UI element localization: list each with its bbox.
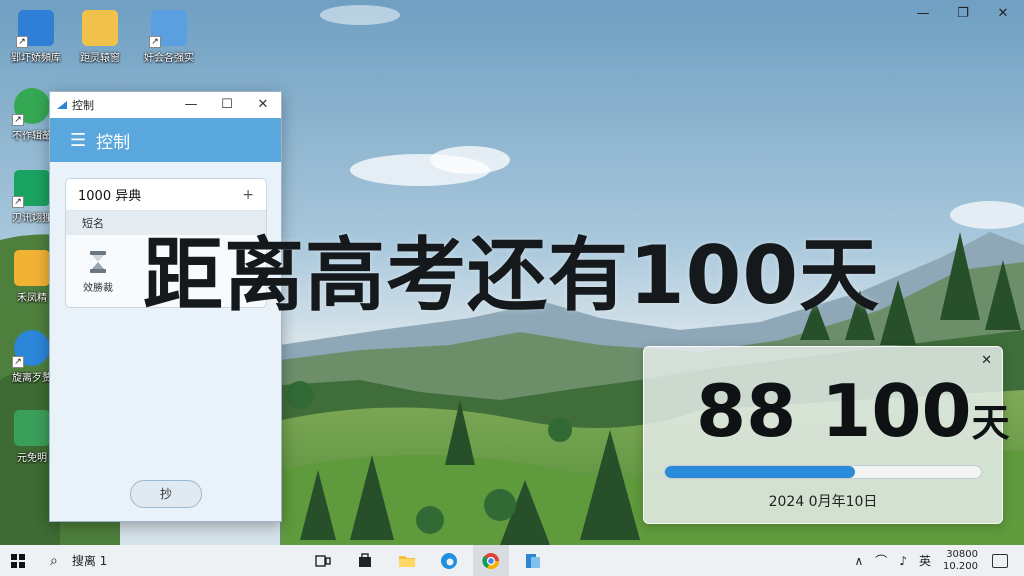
chrome-button[interactable] (473, 545, 509, 576)
windows-logo-icon (11, 553, 25, 568)
app-window-title: 控制 (72, 99, 94, 112)
shortcut-arrow-icon: ↗ (12, 356, 24, 368)
desktop-icon-label: 奸会各强实 (144, 53, 194, 64)
desktop-icon-label: 旋离歹赘 (12, 373, 52, 384)
app-window-icon (526, 553, 540, 568)
search-text: 搜离 1 (71, 554, 108, 568)
maximize-button[interactable]: ☐ (209, 92, 245, 118)
widget-progress-bar (664, 465, 982, 479)
desktop-icon-label: 距灵辕窗 (80, 53, 120, 64)
widget-count-number: 88 100 (696, 369, 972, 453)
desktop-icon-label: 刃讯翊狸 (12, 213, 52, 224)
search-icon: ⌕ (50, 552, 58, 569)
user-icon: ↗ (12, 330, 50, 368)
app-shortcut-icon: ↗ (16, 10, 54, 48)
shortcut-arrow-icon: ↗ (149, 36, 161, 48)
folder-icon (399, 555, 415, 567)
folder-icon (14, 250, 50, 286)
card-value-row[interactable]: 1000 异典 + (66, 179, 266, 211)
countdown-widget: ✕ 88 100天 2024 0月年10日 (643, 346, 1010, 524)
app-shortcut-icon: ↗ (149, 10, 187, 48)
edge-button[interactable] (431, 545, 467, 576)
desktop-icon-label: 郢圷娇頻库 (11, 53, 61, 64)
widget-date: 2024 0月年10日 (768, 494, 878, 510)
shortcut-arrow-icon: ↗ (16, 36, 28, 48)
desktop-icon-label: 元免明 (17, 453, 47, 464)
volume-icon[interactable]: ♪ (899, 554, 907, 568)
start-button[interactable] (0, 545, 36, 576)
chrome-icon (482, 552, 500, 569)
desktop-icon-label: 禾凤精 (17, 293, 47, 304)
widget-progress-fill (665, 466, 855, 478)
store-button[interactable] (347, 545, 383, 576)
app-header-title: 控制 (96, 132, 131, 153)
close-button[interactable]: ✕ (245, 92, 281, 118)
app-titlebar[interactable]: 控制 — ☐ ✕ (50, 92, 281, 118)
plus-icon[interactable]: + (242, 187, 254, 203)
minimize-button[interactable]: — (173, 92, 209, 118)
widget-count: 88 100天 (696, 369, 1010, 453)
system-tray: ∧ ⌒ ♪ 英 30800 10.200 (855, 545, 1024, 576)
taskbar: ⌕ 搜离 1 ∧ ⌒ ♪ 英 30800 10.200 (0, 545, 1024, 576)
taskbar-clock[interactable]: 30800 10.200 (943, 549, 978, 573)
app-logo-icon (57, 101, 67, 109)
card-item[interactable]: 效勝裁 (76, 249, 120, 294)
store-icon (359, 552, 371, 567)
task-view-icon (315, 554, 331, 567)
desktop-icon-label: 不作辑蘸 (12, 131, 52, 142)
monitor-icon (14, 410, 50, 446)
hamburger-menu-icon[interactable]: ☰ (70, 130, 86, 151)
taskbar-apps (305, 545, 551, 576)
minimize-icon[interactable]: — (912, 4, 934, 24)
browser-icon: ↗ (12, 88, 50, 126)
taskbar-search[interactable]: ⌕ 搜离 1 (36, 545, 107, 576)
clock-date: 10.200 (943, 560, 978, 572)
shortcut-arrow-icon: ↗ (12, 114, 24, 126)
card-item-label: 效勝裁 (83, 283, 113, 294)
desktop-icon-2[interactable]: 距灵辕窗 (64, 10, 136, 64)
app-header: ☰ 控制 (50, 118, 281, 162)
countdown-app-button[interactable] (515, 545, 551, 576)
close-icon[interactable]: ✕ (992, 4, 1014, 24)
desktop-icon-3[interactable]: ↗ 奸会各强实 (133, 10, 205, 64)
action-button[interactable]: 抄 (130, 480, 202, 508)
card-value: 1000 异典 (78, 189, 142, 204)
folder-icon (82, 10, 118, 46)
clock-time: 30800 (946, 548, 978, 560)
hourglass-icon (90, 251, 106, 273)
shortcut-arrow-icon: ↗ (12, 196, 24, 208)
file-explorer-button[interactable] (389, 545, 425, 576)
countdown-headline: 距离高考还有100天 (143, 229, 880, 322)
edge-icon (441, 552, 457, 569)
desktop-icon-1[interactable]: ↗ 郢圷娇頻库 (0, 10, 72, 64)
desktop-window-controls: — ❐ ✕ (912, 4, 1014, 24)
ime-indicator[interactable]: 英 (919, 552, 931, 569)
wifi-icon[interactable]: ⌒ (875, 552, 887, 569)
widget-count-unit: 天 (971, 401, 1010, 445)
play-store-icon: ↗ (12, 170, 50, 208)
notification-icon[interactable] (992, 553, 1008, 568)
task-view-button[interactable] (305, 545, 341, 576)
tray-chevron-icon[interactable]: ∧ (855, 554, 864, 568)
restore-icon[interactable]: ❐ (952, 4, 974, 24)
widget-close-icon[interactable]: ✕ (981, 353, 992, 368)
